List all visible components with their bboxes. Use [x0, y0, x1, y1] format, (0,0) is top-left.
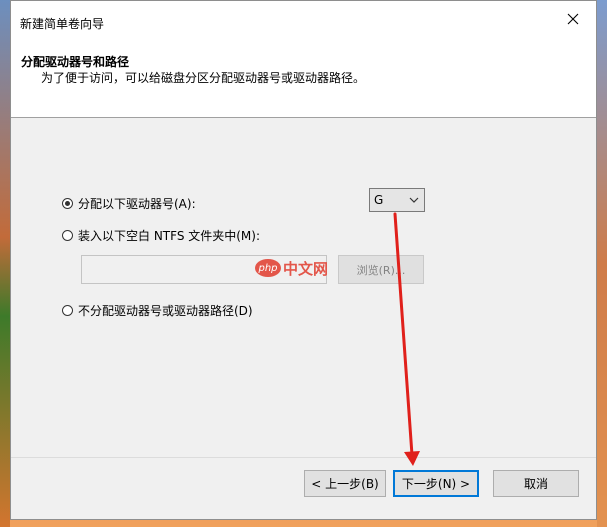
chevron-down-icon	[409, 197, 419, 203]
radio-label: 不分配驱动器号或驱动器路径(D)	[78, 304, 253, 318]
wizard-header: 分配驱动器号和路径 为了便于访问，可以给磁盘分区分配驱动器号或驱动器路径。	[11, 37, 596, 118]
cancel-button[interactable]: 取消	[493, 470, 579, 497]
radio-button-checked[interactable]	[62, 198, 73, 209]
wizard-window: 新建简单卷向导 分配驱动器号和路径 为了便于访问，可以给磁盘分区分配驱动器号或驱…	[10, 0, 597, 520]
next-button[interactable]: 下一步(N) >	[393, 470, 479, 497]
close-icon	[567, 13, 579, 25]
radio-label: 分配以下驱动器号(A):	[78, 197, 196, 211]
window-title: 新建简单卷向导	[20, 17, 105, 31]
header-subtitle: 为了便于访问，可以给磁盘分区分配驱动器号或驱动器路径。	[41, 71, 366, 85]
radio-assign-drive-letter[interactable]: 分配以下驱动器号(A):	[62, 195, 196, 212]
footer-divider	[11, 457, 596, 458]
watermark-text: 中文网	[283, 259, 329, 278]
title-bar: 新建简单卷向导	[11, 1, 596, 37]
desktop-background-left	[0, 0, 10, 527]
header-title: 分配驱动器号和路径	[21, 55, 130, 69]
radio-no-assign[interactable]: 不分配驱动器号或驱动器路径(D)	[62, 302, 253, 319]
browse-button[interactable]: 浏览(R)...	[338, 255, 424, 284]
radio-button[interactable]	[62, 305, 73, 316]
radio-label: 装入以下空白 NTFS 文件夹中(M):	[78, 229, 261, 243]
desktop-background-right	[597, 0, 607, 527]
drive-letter-select[interactable]: G	[369, 188, 425, 212]
drive-letter-value: G	[374, 193, 384, 207]
php-watermark-logo: php 中文网	[255, 256, 328, 280]
watermark-badge: php	[255, 259, 281, 277]
radio-button[interactable]	[62, 230, 73, 241]
wizard-content: 分配以下驱动器号(A): G 装入以下空白 NTFS 文件夹中(M): 浏览(R…	[11, 118, 596, 519]
radio-mount-ntfs-folder[interactable]: 装入以下空白 NTFS 文件夹中(M):	[62, 227, 260, 244]
back-button[interactable]: < 上一步(B)	[304, 470, 386, 497]
close-button[interactable]	[550, 1, 596, 37]
